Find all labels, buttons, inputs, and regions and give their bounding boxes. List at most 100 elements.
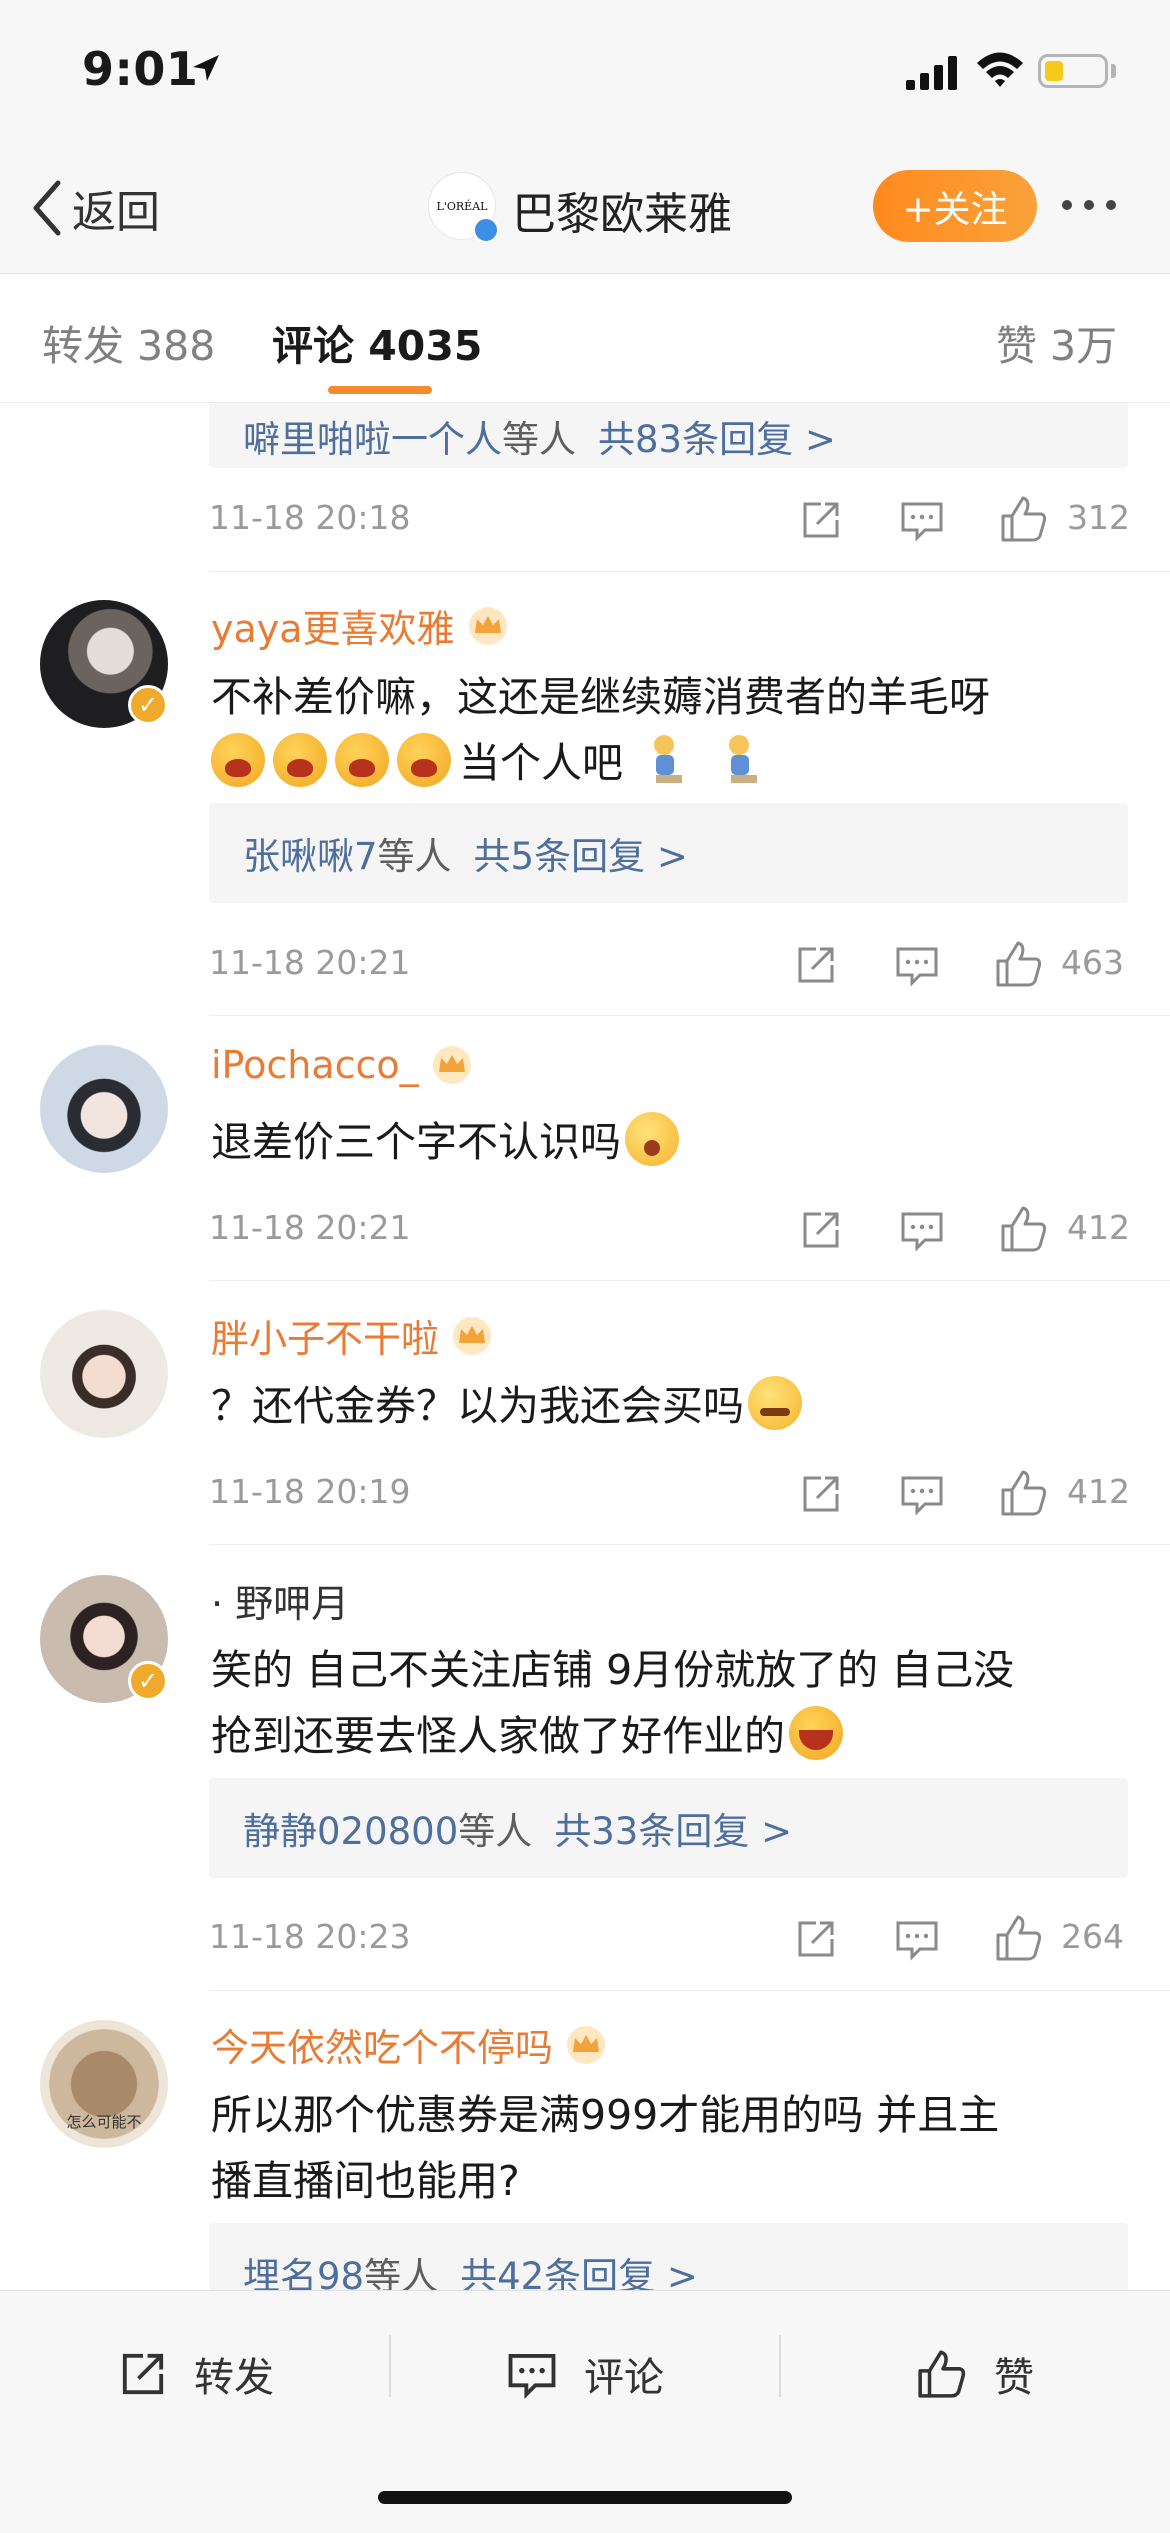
back-label: 返回: [72, 187, 160, 238]
repost-icon[interactable]: [799, 498, 843, 542]
comment-icon[interactable]: [899, 498, 945, 542]
comment-meta: 11-18 20:18 312: [209, 488, 1130, 548]
comment-username[interactable]: · 野呷月: [211, 1573, 349, 1628]
angry-emoji-icon: [211, 733, 265, 787]
like-count: 412: [1067, 1472, 1130, 1511]
navigation-bar: 返回 L'ORÉAL 巴黎欧莱雅 +关注: [0, 150, 1170, 274]
comment-icon[interactable]: [899, 1208, 945, 1252]
comment-username[interactable]: 今天依然吃个不停吗: [211, 2017, 607, 2072]
repost-icon[interactable]: [794, 943, 838, 987]
status-time: 9:01: [82, 42, 199, 96]
comment-date: 11-18 20:23: [209, 1917, 411, 1956]
comment-text: 笑的 自己不关注店铺 9月份就放了的 自己没 抢到还要去怪人家做了好作业的: [211, 1646, 1015, 1760]
like-count: 264: [1061, 1917, 1124, 1956]
chevron-left-icon: [33, 180, 61, 236]
repost-icon[interactable]: [799, 1472, 843, 1516]
tab-comments[interactable]: 评论 4035: [272, 312, 482, 372]
reply-preview[interactable]: 埋名98 等人 共42条回复 >: [209, 2223, 1128, 2290]
comment-date: 11-18 20:18: [209, 498, 411, 537]
follow-button[interactable]: +关注: [873, 170, 1037, 242]
reply-names[interactable]: 张啾啾7: [243, 826, 378, 880]
reply-preview[interactable]: 张啾啾7 等人 共5条回复 >: [209, 803, 1128, 903]
verified-badge-icon: ✓: [128, 1661, 168, 1701]
angry-emoji-icon: [335, 733, 389, 787]
comment-icon: [508, 2353, 556, 2399]
like-icon[interactable]: [994, 939, 1044, 989]
like-count: 463: [1061, 943, 1124, 982]
reply-names[interactable]: 静静020800: [243, 1801, 458, 1855]
like-icon: [918, 2350, 966, 2398]
crown-vip-icon: [432, 1046, 471, 1084]
comment-text: 所以那个优惠券是满999才能用的吗 并且主 播直播间也能用?: [211, 2091, 1000, 2205]
tab-bar: 转发 388 评论 4035 赞 3万: [0, 274, 1170, 403]
angry-emoji-icon: [397, 733, 451, 787]
comment-icon[interactable]: [899, 1472, 945, 1516]
battery-icon: [1038, 54, 1108, 88]
like-icon[interactable]: [999, 1204, 1049, 1254]
reply-mid: 等人: [364, 2255, 439, 2290]
reply-mid: 等人: [458, 1810, 533, 1853]
comment-meta: 11-18 20:23 264: [209, 1907, 1128, 1967]
location-arrow-icon: [193, 55, 219, 81]
like-count: 312: [1067, 498, 1130, 537]
angry-emoji-icon: [273, 733, 327, 787]
reply-mid: 等人: [377, 835, 452, 878]
like-icon[interactable]: [999, 494, 1049, 544]
comment-meta: 11-18 20:21 412: [209, 1198, 1130, 1258]
brand-avatar[interactable]: L'ORÉAL: [428, 172, 499, 243]
comment-meta: 11-18 20:19 412: [209, 1462, 1130, 1522]
like-icon[interactable]: [994, 1913, 1044, 1963]
comment-text: ？还代金券？以为我还会买吗: [211, 1373, 1131, 1439]
avatar[interactable]: [40, 1310, 168, 1438]
wifi-icon: [977, 52, 1023, 87]
comment-date: 11-18 20:21: [209, 943, 411, 982]
reply-count[interactable]: 共5条回复 >: [474, 826, 688, 880]
surprised-emoji-icon: [625, 1112, 679, 1166]
page-title[interactable]: 巴黎欧莱雅: [512, 178, 732, 242]
reply-count[interactable]: 共42条回复 >: [460, 2246, 698, 2290]
smirk-emoji-icon: [748, 1376, 802, 1430]
active-tab-indicator: [328, 386, 432, 394]
repost-icon[interactable]: [794, 1917, 838, 1961]
comment-icon[interactable]: [894, 943, 940, 987]
comment-username[interactable]: yaya更喜欢雅: [211, 598, 509, 653]
avatar[interactable]: [40, 1045, 168, 1173]
laughing-emoji-icon: [789, 1706, 843, 1760]
kneeling-figure-icon: [729, 735, 758, 783]
comment-date: 11-18 20:19: [209, 1472, 411, 1511]
like-button[interactable]: 赞: [916, 2339, 1034, 2409]
crown-vip-icon: [468, 606, 507, 645]
reply-names[interactable]: 埋名98: [243, 2246, 364, 2290]
comment-text: 退差价三个字不认识吗: [211, 1109, 1131, 1175]
comment-meta: 11-18 20:21 463: [209, 933, 1128, 993]
avatar[interactable]: 怎么可能不: [40, 2020, 168, 2148]
kneeling-figure-icon: [654, 735, 683, 783]
reply-count[interactable]: 共83条回复 >: [598, 409, 836, 463]
repost-icon[interactable]: [799, 1208, 843, 1252]
reply-preview[interactable]: 噼里啪啦一个人 等人 共83条回复 >: [209, 403, 1128, 468]
reply-count[interactable]: 共33条回复 >: [554, 1801, 792, 1855]
like-count: 412: [1067, 1208, 1130, 1247]
repost-button[interactable]: 转发: [118, 2339, 274, 2409]
like-icon[interactable]: [999, 1468, 1049, 1518]
comment-button[interactable]: 评论: [506, 2339, 664, 2409]
status-bar: 9:01: [0, 0, 1170, 150]
reply-mid: 等人: [502, 417, 576, 461]
reply-names[interactable]: 噼里啪啦一个人: [243, 409, 502, 463]
comment-username[interactable]: 胖小子不干啦: [211, 1308, 493, 1363]
back-button[interactable]: 返回: [30, 178, 160, 238]
repost-icon: [122, 2353, 164, 2395]
home-indicator[interactable]: [378, 2491, 792, 2504]
verified-badge-icon: [473, 217, 499, 243]
comment-icon[interactable]: [894, 1917, 940, 1961]
crown-vip-icon: [453, 1316, 492, 1355]
crown-vip-icon: [567, 2025, 606, 2064]
reply-preview[interactable]: 静静020800 等人 共33条回复 >: [209, 1778, 1128, 1878]
brand-logo-text: L'ORÉAL: [436, 199, 488, 213]
tab-likes[interactable]: 赞 3万: [996, 312, 1117, 372]
comment-date: 11-18 20:21: [209, 1208, 411, 1247]
tab-repost[interactable]: 转发 388: [42, 312, 215, 372]
cellular-signal-icon: [906, 56, 957, 90]
more-options-icon[interactable]: [1062, 200, 1116, 210]
comment-username[interactable]: iPochacco_: [211, 1043, 473, 1087]
